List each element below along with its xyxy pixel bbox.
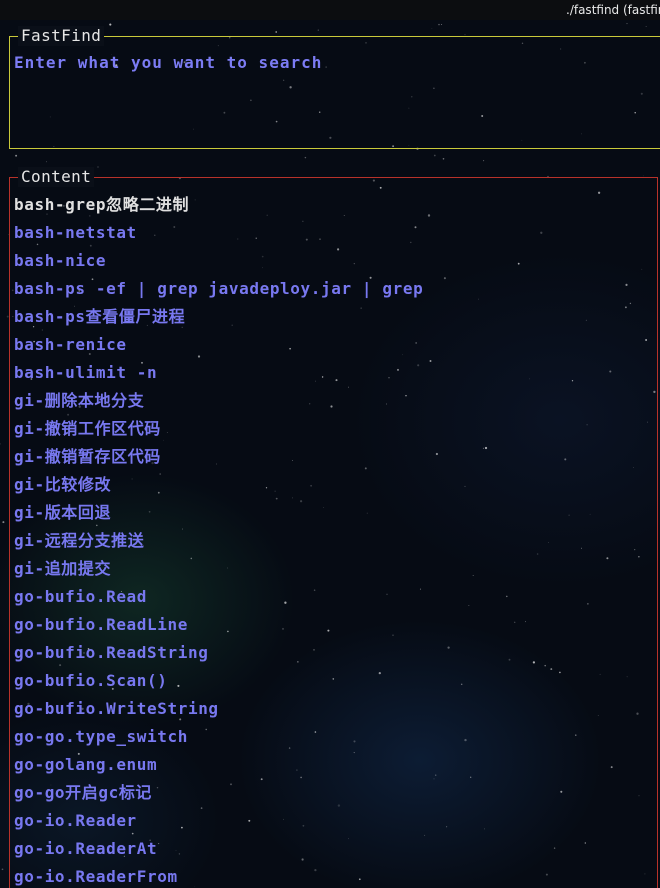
list-item[interactable]: go-io.Reader — [14, 809, 423, 837]
star — [304, 156, 307, 159]
star — [109, 23, 112, 26]
star — [438, 23, 440, 26]
star — [645, 26, 647, 27]
list-item[interactable]: gi-撤销暂存区代码 — [14, 445, 423, 473]
list-item[interactable]: bash-renice — [14, 333, 423, 361]
result-list[interactable]: bash-grep忽略二进制 bash-netstat bash-nice ba… — [14, 193, 423, 888]
terminal-title-bar: ./fastfind (fastfin — [0, 0, 660, 20]
list-item[interactable]: gi-版本回退 — [14, 501, 423, 529]
star — [275, 31, 278, 33]
terminal-window: ./fastfind (fastfin FastFind Enter what … — [0, 0, 660, 888]
content-panel-title: Content — [18, 167, 95, 187]
list-item[interactable]: go-bufio.ReadString — [14, 641, 423, 669]
star — [483, 160, 485, 162]
star — [97, 166, 99, 168]
list-item[interactable]: bash-grep忽略二进制 — [14, 193, 423, 221]
star — [442, 158, 445, 160]
list-item[interactable]: bash-nice — [14, 249, 423, 277]
list-item[interactable]: go-io.ReaderAt — [14, 837, 423, 865]
list-item[interactable]: go-io.ReaderFrom — [14, 865, 423, 888]
star — [441, 24, 443, 25]
star — [2, 521, 5, 524]
list-item[interactable]: go-bufio.WriteString — [14, 697, 423, 725]
star — [46, 161, 47, 163]
search-panel[interactable]: FastFind Enter what you want to search — [9, 26, 660, 149]
list-item[interactable]: go-golang.enum — [14, 753, 423, 781]
list-item[interactable]: gi-撤销工作区代码 — [14, 417, 423, 445]
star — [464, 34, 466, 36]
star — [626, 23, 628, 25]
search-panel-title: FastFind — [18, 26, 105, 46]
list-item[interactable]: gi-远程分支推送 — [14, 529, 423, 557]
list-item[interactable]: gi-追加提交 — [14, 557, 423, 585]
star — [433, 154, 436, 157]
list-item[interactable]: go-bufio.ReadLine — [14, 613, 423, 641]
list-item[interactable]: go-bufio.Read — [14, 585, 423, 613]
star — [1, 868, 4, 871]
list-item[interactable]: go-bufio.Scan() — [14, 669, 423, 697]
window-title: ./fastfind (fastfin — [566, 3, 660, 17]
list-item[interactable]: bash-ulimit -n — [14, 361, 423, 389]
list-item[interactable]: go-go.type_switch — [14, 725, 423, 753]
star — [317, 29, 319, 31]
list-item[interactable]: bash-netstat — [14, 221, 423, 249]
star — [0, 443, 1, 445]
star — [15, 154, 18, 157]
list-item[interactable]: gi-删除本地分支 — [14, 389, 423, 417]
list-item[interactable]: gi-比较修改 — [14, 473, 423, 501]
list-item[interactable]: bash-ps -ef | grep javadeploy.jar | grep — [14, 277, 423, 305]
search-input[interactable]: Enter what you want to search — [14, 53, 322, 72]
star — [431, 28, 433, 30]
list-item[interactable]: go-go开启gc标记 — [14, 781, 423, 809]
content-panel: Content bash-grep忽略二进制 bash-netstat bash… — [9, 167, 658, 888]
list-item[interactable]: bash-ps查看僵尸进程 — [14, 305, 423, 333]
